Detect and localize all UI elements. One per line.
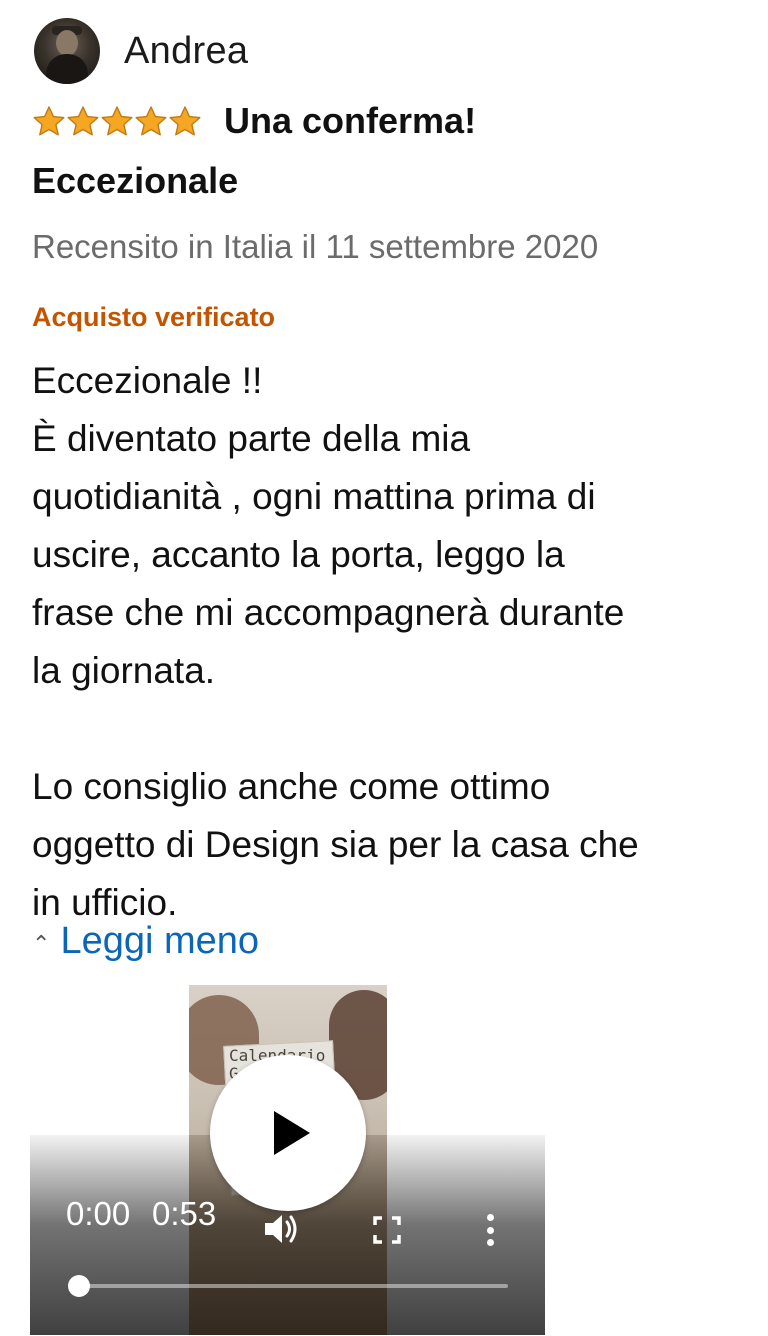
video-current-time: 0:00	[66, 1195, 131, 1232]
read-less-link[interactable]: ⌃ Leggi meno	[32, 920, 259, 963]
review-header: Andrea	[34, 18, 248, 84]
verified-purchase-badge: Acquisto verificato	[32, 302, 276, 332]
fullscreen-icon	[373, 1216, 401, 1244]
more-options-button[interactable]	[482, 1210, 498, 1250]
review-body-line: Eccezionale !!	[32, 360, 263, 401]
review-title-continued[interactable]: Eccezionale	[32, 160, 238, 202]
review-body: Eccezionale !! È diventato parte della m…	[32, 352, 742, 932]
volume-button[interactable]	[262, 1211, 302, 1247]
video-progress-track[interactable]	[78, 1284, 508, 1288]
reviewer-name[interactable]: Andrea	[124, 30, 248, 73]
review-date: Recensito in Italia il 11 settembre 2020	[32, 228, 599, 265]
review-body-line: Lo consiglio anche come ottimo	[32, 766, 551, 807]
more-vertical-icon	[486, 1214, 494, 1221]
review-body-line: la giornata.	[32, 650, 216, 691]
volume-icon	[265, 1215, 297, 1243]
star-rating[interactable]	[32, 105, 202, 137]
star-icon	[66, 105, 100, 137]
read-less-label: Leggi meno	[60, 920, 260, 962]
review-page: Andrea Una conferma! Eccezionale Recensi…	[0, 0, 768, 1336]
rating-row: Una conferma!	[32, 100, 476, 142]
review-title[interactable]: Una conferma!	[224, 100, 476, 142]
star-icon	[168, 105, 202, 137]
more-vertical-icon	[486, 1226, 494, 1234]
review-body-line: È diventato parte della mia	[32, 418, 471, 459]
review-body-line: frase che mi accompagnerà durante	[32, 592, 625, 633]
chevron-up-icon: ⌃	[32, 930, 51, 956]
review-video-player[interactable]: CalendarioGeniale 0:00 0:53	[30, 985, 545, 1335]
video-total-time: 0:53	[152, 1195, 217, 1232]
review-body-line: oggetto di Design sia per la casa che	[32, 824, 639, 865]
more-vertical-icon	[486, 1239, 494, 1246]
review-body-line: quotidianità , ogni mattina prima di	[32, 476, 596, 517]
play-button[interactable]	[210, 1055, 366, 1211]
star-icon	[100, 105, 134, 137]
star-icon	[32, 105, 66, 137]
star-icon	[134, 105, 168, 137]
video-progress-thumb[interactable]	[68, 1275, 90, 1297]
fullscreen-button[interactable]	[372, 1215, 402, 1245]
play-icon	[274, 1111, 310, 1155]
avatar-head	[56, 30, 78, 56]
review-body-line: uscire, accanto la porta, leggo la	[32, 534, 565, 575]
avatar[interactable]	[34, 18, 100, 84]
avatar-body	[46, 54, 88, 84]
